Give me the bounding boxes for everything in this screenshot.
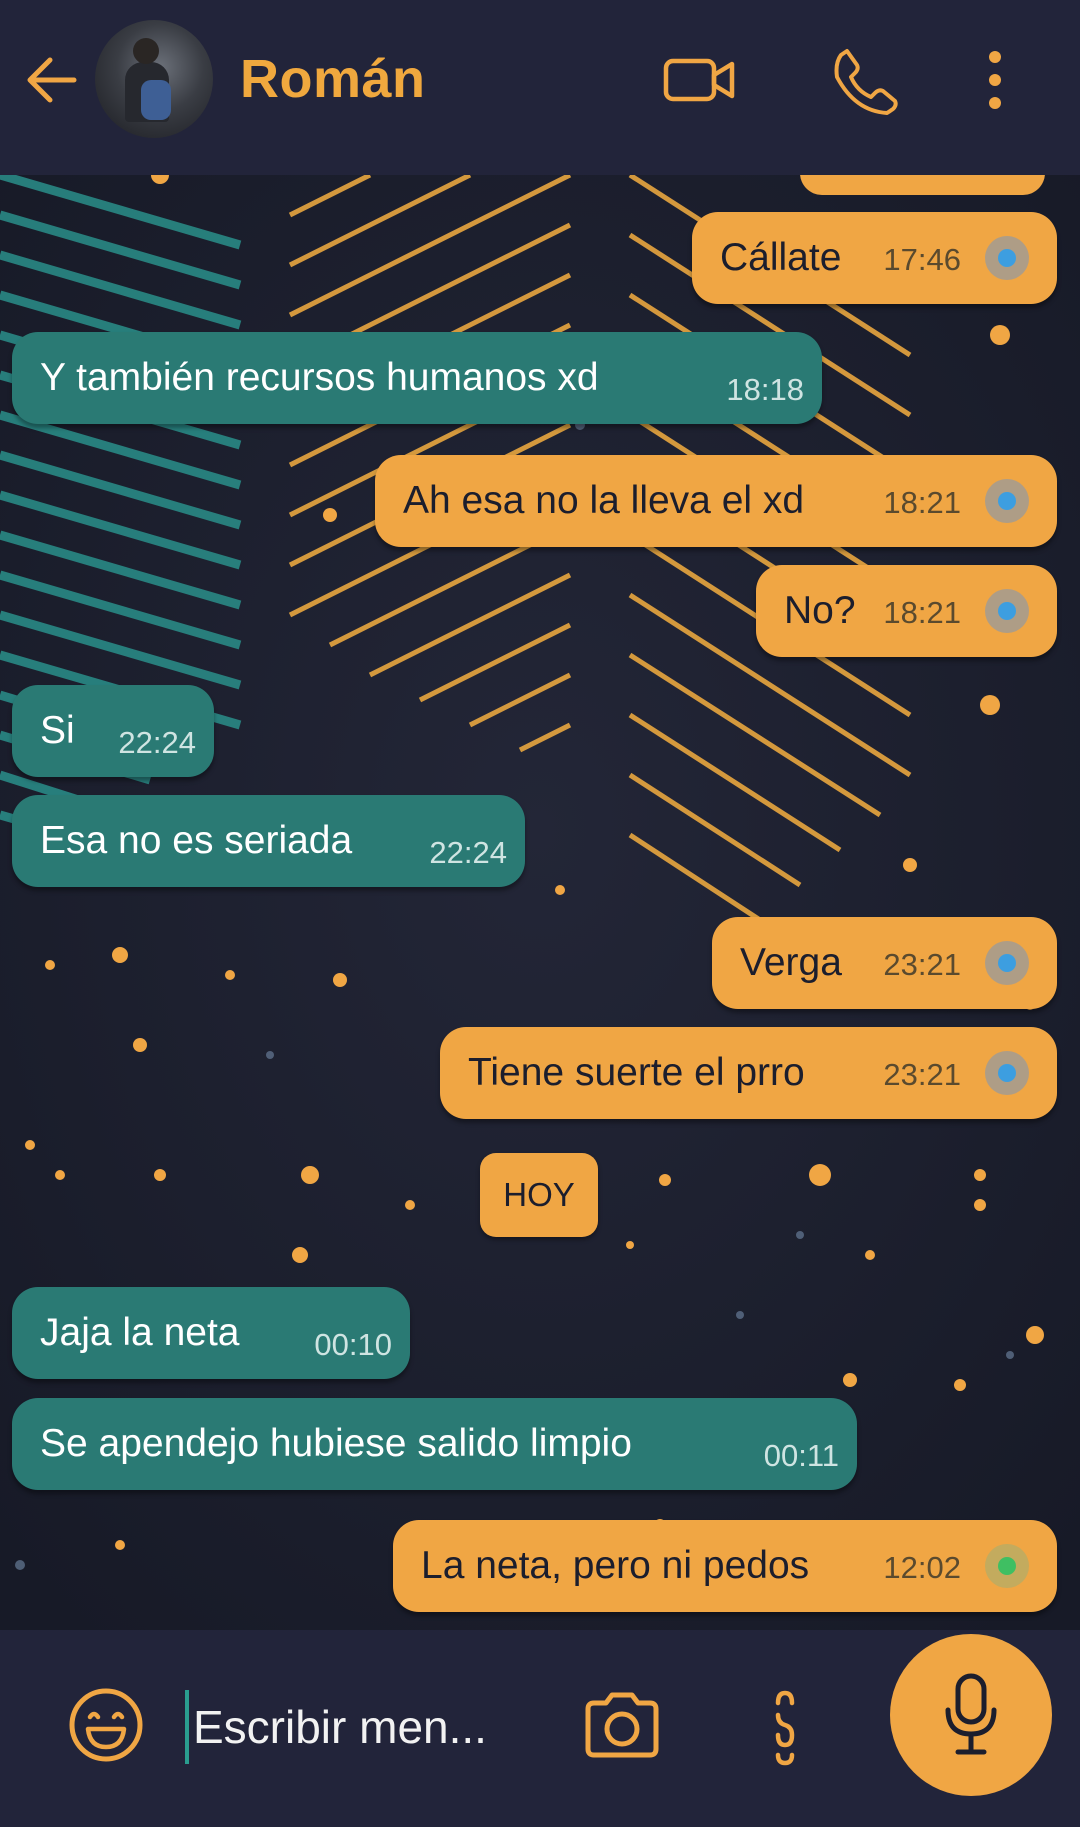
message-time: 00:11 <box>763 1438 839 1473</box>
message-time: 22:24 <box>118 725 196 760</box>
message-text: Tiene suerte el prro <box>468 1051 805 1094</box>
message-text: Verga <box>740 941 842 984</box>
message-time: 23:21 <box>883 947 961 982</box>
status-dot-icon <box>985 479 1029 523</box>
message-bubble-incoming[interactable]: Si 22:24 <box>12 685 214 777</box>
avatar[interactable] <box>95 20 213 138</box>
message-time: 22:24 <box>429 835 507 870</box>
status-dot-icon <box>985 1544 1029 1588</box>
status-dot-icon <box>985 589 1029 633</box>
message-time: 12:02 <box>883 1550 961 1585</box>
message-bubble-incoming[interactable]: Jaja la neta 00:10 <box>12 1287 410 1379</box>
microphone-icon <box>945 1673 997 1755</box>
message-bubble-outgoing[interactable]: Cállate 17:46 <box>692 212 1057 304</box>
message-text: Se apendejo hubiese salido limpio <box>40 1422 632 1465</box>
message-input[interactable] <box>185 1690 545 1764</box>
message-bubble-outgoing[interactable]: Ah esa no la lleva el xd 18:21 <box>375 455 1057 547</box>
message-time: 23:21 <box>883 1057 961 1092</box>
message-bubble-partial <box>800 175 1045 195</box>
message-bubble-outgoing[interactable]: Tiene suerte el prro 23:21 <box>440 1027 1057 1119</box>
message-bubble-incoming[interactable]: Se apendejo hubiese salido limpio 00:11 <box>12 1398 857 1490</box>
status-dot-icon <box>985 236 1029 280</box>
message-time: 18:18 <box>726 372 804 407</box>
message-text: La neta, pero ni pedos <box>421 1544 810 1587</box>
chat-header: Román <box>0 0 1080 175</box>
back-arrow-icon[interactable] <box>22 50 82 110</box>
emoji-icon[interactable] <box>66 1685 146 1765</box>
message-bubble-incoming[interactable]: Y también recursos humanos xd 18:18 <box>12 332 822 424</box>
message-text: Esa no es seriada <box>40 819 353 862</box>
message-time: 00:10 <box>314 1327 392 1362</box>
message-bubble-outgoing[interactable]: La neta, pero ni pedos 12:02 <box>393 1520 1057 1612</box>
attach-icon[interactable] <box>768 1685 802 1769</box>
message-text: No? <box>784 589 856 632</box>
composer-bar <box>0 1630 1080 1827</box>
message-bubble-incoming[interactable]: Esa no es seriada 22:24 <box>12 795 525 887</box>
message-text: Y también recursos humanos xd <box>40 356 599 399</box>
message-list[interactable]: Cállate 17:46 Y también recursos humanos… <box>0 175 1080 1630</box>
message-bubble-outgoing[interactable]: Verga 23:21 <box>712 917 1057 1009</box>
message-text: Si <box>40 709 75 752</box>
message-time: 17:46 <box>883 242 961 277</box>
microphone-button[interactable] <box>890 1634 1052 1796</box>
message-text: Cállate <box>720 236 842 279</box>
status-dot-icon <box>985 1051 1029 1095</box>
video-camera-icon[interactable] <box>660 45 740 115</box>
phone-icon[interactable] <box>825 45 905 115</box>
more-vert-icon[interactable] <box>970 45 1020 115</box>
message-text: Jaja la neta <box>40 1311 240 1354</box>
message-time: 18:21 <box>883 485 961 520</box>
camera-icon[interactable] <box>580 1685 664 1765</box>
message-time: 18:21 <box>883 595 961 630</box>
status-dot-icon <box>985 941 1029 985</box>
contact-name[interactable]: Román <box>240 48 426 110</box>
message-text: Ah esa no la lleva el xd <box>403 479 805 522</box>
message-bubble-outgoing[interactable]: No? 18:21 <box>756 565 1057 657</box>
date-separator: HOY <box>480 1153 598 1237</box>
